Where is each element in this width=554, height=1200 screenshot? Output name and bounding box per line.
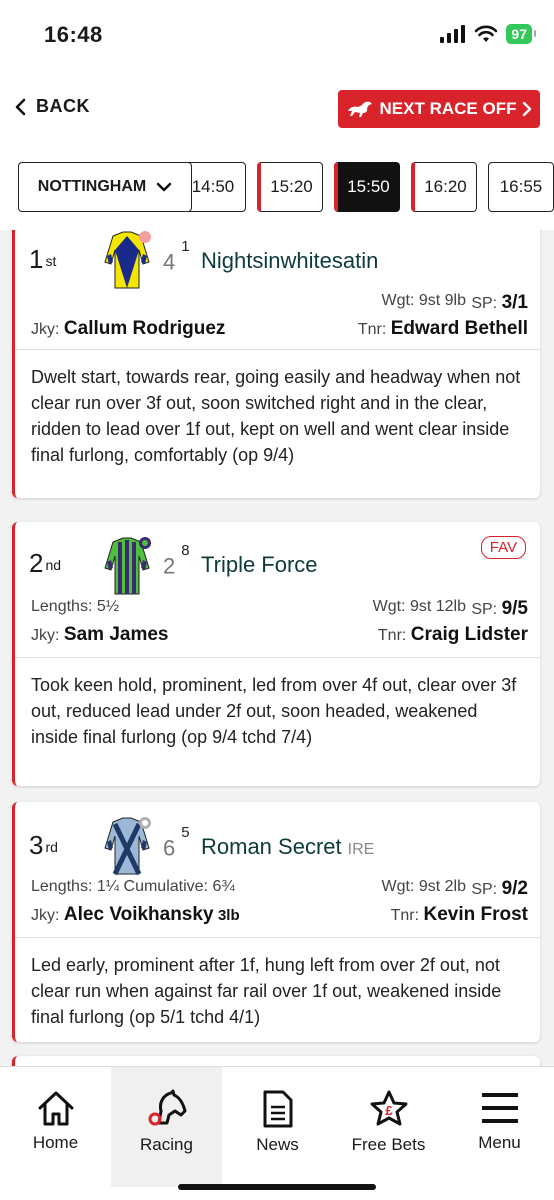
trainer: Tnr: Kevin Frost (390, 904, 528, 925)
weight: Wgt: 9st 12lb (372, 598, 466, 615)
nav-free-bets[interactable]: £ Free Bets (333, 1067, 444, 1187)
nav-news[interactable]: News (222, 1067, 333, 1187)
horse-name[interactable]: Nightsinwhitesatin (201, 248, 378, 274)
jockey: Jky: Sam James (31, 624, 169, 645)
lengths: Lengths: 5½ (31, 598, 120, 615)
weight: Wgt: 9st 2lb (381, 878, 466, 895)
course-name: NOTTINGHAM (37, 178, 147, 195)
svg-text:£: £ (385, 1103, 393, 1118)
race-comment: Dwelt start, towards rear, going easily … (31, 367, 521, 465)
finish-position: 2nd (29, 548, 62, 578)
back-button[interactable]: BACK (14, 96, 90, 117)
result-card-2nd[interactable]: 2nd 28 Triple Force FAV Lengths: 5½ Wgt:… (12, 522, 540, 786)
jockey: Jky: Callum Rodriguez (31, 318, 226, 339)
favourite-badge: FAV (480, 536, 526, 559)
race-header: BACK NEXT RACE OFF NOTTINGHAM 14:50 15:2… (0, 70, 554, 230)
finish-position: 1st (29, 244, 57, 274)
race-comment: Took keen hold, prominent, led from over… (31, 675, 517, 747)
race-tab-1520[interactable]: 15:20 (257, 162, 323, 212)
jockey-claim: 3lb (217, 907, 240, 924)
chevron-down-icon (157, 182, 172, 192)
wifi-icon (475, 25, 498, 42)
star-pound-icon: £ (370, 1090, 407, 1126)
race-tab-1620[interactable]: 16:20 (411, 162, 477, 212)
result-card-1st[interactable]: 1st 41 Nightsinwhitesatin Wgt: 9st 9lb S… (12, 230, 540, 498)
lengths: Lengths: 1¼ Cumulative: 6¾ (31, 878, 235, 895)
nav-home[interactable]: Home (0, 1067, 111, 1187)
result-card-next[interactable] (12, 1056, 540, 1066)
chevron-right-icon (523, 101, 532, 117)
jockey-silks-icon (104, 817, 151, 876)
home-indicator (178, 1184, 376, 1190)
jockey: Jky: Alec Voikhansky 3lb (31, 904, 240, 925)
finish-position: 3rd (29, 830, 58, 860)
jockey-silks-icon (104, 231, 151, 289)
battery-indicator: 97 (506, 24, 536, 44)
horse-origin: IRE (347, 841, 375, 858)
trainer: Tnr: Craig Lidster (377, 624, 528, 645)
home-icon (38, 1091, 73, 1126)
results-list: 1st 41 Nightsinwhitesatin Wgt: 9st 9lb S… (0, 230, 554, 1066)
starting-price: SP: 3/1 (471, 292, 528, 313)
racehorse-icon (347, 101, 372, 117)
chevron-left-icon (15, 98, 26, 115)
jockey-silks-icon (104, 537, 151, 595)
status-bar: 16:48 97 (0, 0, 554, 70)
cloth-number: 65 (163, 824, 190, 861)
cloth-number: 28 (163, 542, 190, 579)
race-time-selector: NOTTINGHAM 14:50 15:20 15:50 16:20 16:55 (0, 162, 554, 214)
trainer: Tnr: Edward Bethell (357, 318, 528, 339)
document-icon (263, 1090, 292, 1128)
course-dropdown[interactable]: NOTTINGHAM (18, 162, 192, 212)
horse-head-icon (148, 1089, 186, 1126)
back-label: BACK (36, 96, 90, 116)
race-comment: Led early, prominent after 1f, hung left… (31, 955, 502, 1027)
bottom-navigation: Home Racing News £ Free Bets Menu (0, 1066, 554, 1200)
weight: Wgt: 9st 9lb (381, 292, 466, 309)
next-race-label: NEXT RACE OFF (379, 99, 517, 118)
nav-racing[interactable]: Racing (111, 1067, 222, 1187)
status-icons: 97 (440, 24, 536, 44)
result-card-3rd[interactable]: 3rd 65 Roman Secret IRE Lengths: 1¼ Cumul… (12, 802, 540, 1042)
cloth-number: 41 (163, 238, 190, 275)
race-tab-1655[interactable]: 16:55 (488, 162, 554, 212)
cellular-signal-icon (440, 25, 466, 43)
horse-name[interactable]: Triple Force (201, 552, 318, 578)
nav-menu[interactable]: Menu (444, 1067, 554, 1187)
starting-price: SP: 9/2 (471, 878, 528, 899)
starting-price: SP: 9/5 (471, 598, 528, 619)
hamburger-menu-icon (481, 1093, 518, 1123)
race-tab-1550[interactable]: 15:50 (334, 162, 400, 212)
next-race-off-button[interactable]: NEXT RACE OFF (338, 90, 540, 128)
status-time: 16:48 (44, 22, 103, 47)
horse-name[interactable]: Roman Secret IRE (201, 834, 374, 860)
